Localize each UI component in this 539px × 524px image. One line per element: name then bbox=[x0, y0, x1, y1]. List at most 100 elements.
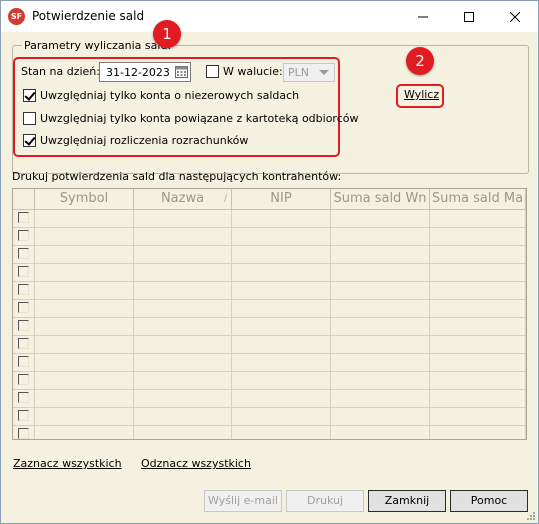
table-cell[interactable] bbox=[232, 210, 331, 227]
table-row[interactable] bbox=[13, 246, 526, 264]
table-cell[interactable] bbox=[232, 354, 331, 371]
table-cell[interactable] bbox=[232, 408, 331, 425]
table-cell[interactable] bbox=[331, 354, 430, 371]
row-select-cell[interactable] bbox=[13, 300, 35, 317]
nonzero-balances-checkbox[interactable] bbox=[23, 89, 36, 102]
column-header-debit-sum[interactable]: Suma sald Wn bbox=[331, 189, 430, 209]
select-all-link[interactable]: Zaznacz wszystkich bbox=[13, 457, 122, 470]
table-cell[interactable] bbox=[134, 246, 232, 263]
send-email-button[interactable]: Wyślij e-mail bbox=[204, 490, 282, 512]
table-cell[interactable] bbox=[232, 246, 331, 263]
column-header-credit-sum[interactable]: Suma sald Ma bbox=[430, 189, 526, 209]
table-cell[interactable] bbox=[35, 228, 134, 245]
table-cell[interactable] bbox=[331, 336, 430, 353]
table-cell[interactable] bbox=[430, 282, 526, 299]
row-select-cell[interactable] bbox=[13, 318, 35, 335]
table-cell[interactable] bbox=[134, 228, 232, 245]
table-cell[interactable] bbox=[35, 390, 134, 407]
help-button[interactable]: Pomoc bbox=[450, 490, 528, 512]
table-cell[interactable] bbox=[430, 426, 526, 439]
table-cell[interactable] bbox=[35, 354, 134, 371]
table-cell[interactable] bbox=[232, 264, 331, 281]
table-cell[interactable] bbox=[232, 318, 331, 335]
row-checkbox[interactable] bbox=[18, 212, 29, 223]
table-cell[interactable] bbox=[134, 264, 232, 281]
table-row[interactable] bbox=[13, 300, 526, 318]
row-select-cell[interactable] bbox=[13, 408, 35, 425]
compute-button[interactable]: Wylicz bbox=[404, 88, 439, 101]
table-row[interactable] bbox=[13, 228, 526, 246]
table-cell[interactable] bbox=[430, 210, 526, 227]
table-cell[interactable] bbox=[331, 426, 430, 439]
table-cell[interactable] bbox=[35, 336, 134, 353]
table-row[interactable] bbox=[13, 354, 526, 372]
table-cell[interactable] bbox=[232, 282, 331, 299]
row-select-cell[interactable] bbox=[13, 264, 35, 281]
table-cell[interactable] bbox=[134, 282, 232, 299]
table-cell[interactable] bbox=[430, 264, 526, 281]
column-header-nip[interactable]: NIP bbox=[232, 189, 331, 209]
table-cell[interactable] bbox=[134, 300, 232, 317]
row-select-cell[interactable] bbox=[13, 282, 35, 299]
column-header-symbol[interactable]: Symbol bbox=[35, 189, 134, 209]
table-row[interactable] bbox=[13, 390, 526, 408]
row-checkbox[interactable] bbox=[18, 392, 29, 403]
close-dialog-button[interactable]: Zamknij bbox=[368, 490, 446, 512]
row-select-cell[interactable] bbox=[13, 426, 35, 439]
row-checkbox[interactable] bbox=[18, 338, 29, 349]
table-cell[interactable] bbox=[35, 408, 134, 425]
contractors-table[interactable]: Symbol Nazwa / NIP Suma sald Wn Suma sal… bbox=[12, 188, 527, 440]
row-checkbox[interactable] bbox=[18, 230, 29, 241]
table-cell[interactable] bbox=[232, 228, 331, 245]
row-select-cell[interactable] bbox=[13, 372, 35, 389]
column-header-name[interactable]: Nazwa / bbox=[134, 189, 232, 209]
table-cell[interactable] bbox=[232, 390, 331, 407]
table-row[interactable] bbox=[13, 426, 526, 439]
row-select-cell[interactable] bbox=[13, 336, 35, 353]
table-cell[interactable] bbox=[35, 210, 134, 227]
table-cell[interactable] bbox=[331, 390, 430, 407]
table-row[interactable] bbox=[13, 408, 526, 426]
table-cell[interactable] bbox=[430, 336, 526, 353]
settlements-checkbox[interactable] bbox=[23, 134, 36, 147]
table-cell[interactable] bbox=[232, 300, 331, 317]
table-row[interactable] bbox=[13, 210, 526, 228]
currency-select[interactable]: PLN bbox=[283, 63, 335, 82]
table-cell[interactable] bbox=[430, 228, 526, 245]
table-cell[interactable] bbox=[430, 354, 526, 371]
deselect-all-link[interactable]: Odznacz wszystkich bbox=[141, 457, 251, 470]
row-select-cell[interactable] bbox=[13, 390, 35, 407]
minimize-button[interactable] bbox=[400, 1, 446, 32]
table-row[interactable] bbox=[13, 264, 526, 282]
table-cell[interactable] bbox=[232, 426, 331, 439]
row-checkbox[interactable] bbox=[18, 266, 29, 277]
table-row[interactable] bbox=[13, 372, 526, 390]
table-cell[interactable] bbox=[35, 300, 134, 317]
table-cell[interactable] bbox=[134, 354, 232, 371]
table-cell[interactable] bbox=[35, 264, 134, 281]
table-cell[interactable] bbox=[331, 282, 430, 299]
table-cell[interactable] bbox=[134, 336, 232, 353]
row-checkbox[interactable] bbox=[18, 356, 29, 367]
row-select-cell[interactable] bbox=[13, 246, 35, 263]
resize-grip-icon[interactable] bbox=[525, 510, 535, 520]
table-cell[interactable] bbox=[134, 408, 232, 425]
print-button[interactable]: Drukuj bbox=[286, 490, 364, 512]
table-cell[interactable] bbox=[134, 426, 232, 439]
table-cell[interactable] bbox=[134, 210, 232, 227]
table-cell[interactable] bbox=[430, 300, 526, 317]
table-cell[interactable] bbox=[331, 264, 430, 281]
table-cell[interactable] bbox=[430, 372, 526, 389]
table-cell[interactable] bbox=[331, 408, 430, 425]
row-checkbox[interactable] bbox=[18, 410, 29, 421]
row-checkbox[interactable] bbox=[18, 248, 29, 259]
row-select-cell[interactable] bbox=[13, 354, 35, 371]
table-cell[interactable] bbox=[331, 372, 430, 389]
maximize-button[interactable] bbox=[446, 1, 492, 32]
calendar-icon[interactable] bbox=[175, 65, 188, 78]
table-cell[interactable] bbox=[232, 372, 331, 389]
table-cell[interactable] bbox=[331, 228, 430, 245]
table-cell[interactable] bbox=[35, 372, 134, 389]
table-row[interactable] bbox=[13, 318, 526, 336]
date-field[interactable]: 31-12-2023 bbox=[99, 62, 191, 82]
